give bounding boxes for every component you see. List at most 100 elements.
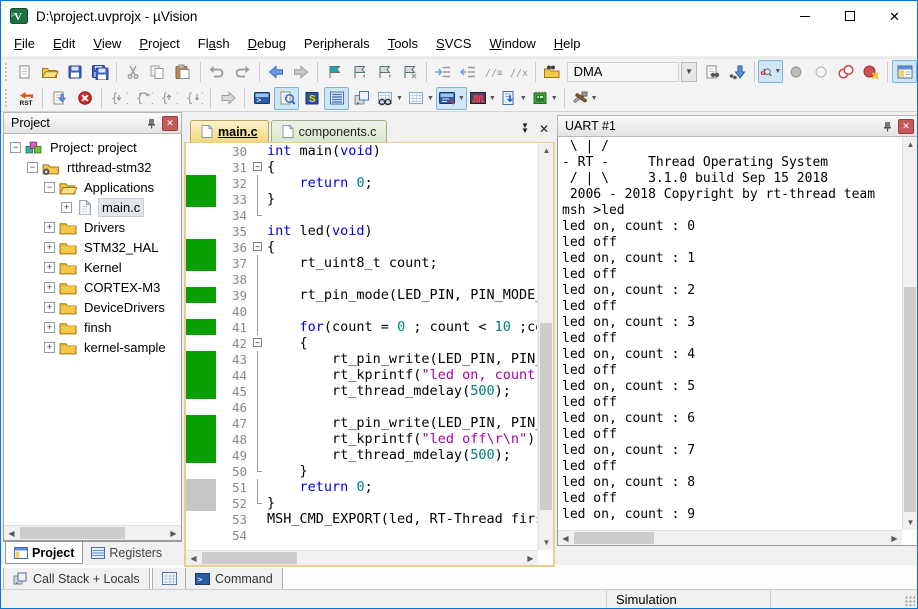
editor-vscrollbar[interactable]: ▲ ▼ [538, 143, 553, 550]
expand-icon[interactable]: + [44, 302, 55, 313]
command-window-button[interactable]: > [249, 87, 274, 110]
pin-icon[interactable] [879, 118, 895, 134]
expand-icon[interactable]: + [44, 262, 55, 273]
step-over-button[interactable]: { } [131, 87, 156, 110]
menu-debug[interactable]: Debug [239, 32, 295, 55]
code-area[interactable]: 30int main(void)31−{32 return 0;33}3435i… [186, 143, 538, 550]
code-line-30[interactable]: 30int main(void) [186, 143, 537, 159]
tab-memory-window[interactable] [152, 568, 187, 590]
code-line-54[interactable]: 54 [186, 527, 537, 543]
resize-grip[interactable] [905, 596, 915, 606]
open-folder-button[interactable] [37, 60, 62, 83]
code-line-48[interactable]: 48 rt_kprintf("led off\r\n"); [186, 431, 537, 447]
menu-file[interactable]: File [5, 32, 44, 55]
show-next-statement-button[interactable] [215, 87, 240, 110]
tree-item-rtthread-stm32[interactable]: −rtthread-stm32 [4, 157, 181, 177]
uart-output[interactable]: \ | /- RT - Thread Operating System / | … [558, 137, 902, 530]
bookmark-prev-button[interactable] [347, 60, 372, 83]
expand-icon[interactable]: + [44, 322, 55, 333]
tree-item-finsh[interactable]: +finsh [4, 317, 181, 337]
reset-button[interactable]: RST [13, 87, 38, 110]
code-line-39[interactable]: 39 rt_pin_mode(LED_PIN, PIN_MODE_ [186, 287, 537, 303]
trace-window-button[interactable]: ▼ [498, 87, 529, 110]
find-in-files-button[interactable] [700, 60, 725, 83]
editor-close-icon[interactable]: ✕ [539, 122, 549, 136]
redo-button[interactable] [230, 60, 255, 83]
maximize-button[interactable] [827, 1, 872, 31]
expand-icon[interactable]: + [44, 222, 55, 233]
tab-project[interactable]: Project [5, 542, 83, 564]
run-to-cursor-button[interactable]: { } [181, 87, 206, 110]
menu-view[interactable]: View [84, 32, 130, 55]
fold-collapse-icon[interactable]: − [253, 159, 264, 175]
disassembly-window-button[interactable] [274, 87, 299, 110]
outdent-button[interactable] [456, 60, 481, 83]
bookmark-toggle-button[interactable] [322, 60, 347, 83]
menu-project[interactable]: Project [130, 32, 188, 55]
code-line-37[interactable]: 37 rt_uint8_t count; [186, 255, 537, 271]
code-line-36[interactable]: 36−{ [186, 239, 537, 255]
code-line-46[interactable]: 46 [186, 399, 537, 415]
code-line-44[interactable]: 44 rt_kprintf("led on, count [186, 367, 537, 383]
uart-hscrollbar[interactable]: ◀ ▶ [558, 530, 902, 545]
paste-button[interactable] [171, 60, 196, 83]
bp-kill-all-button[interactable] [833, 60, 858, 83]
menu-flash[interactable]: Flash [189, 32, 239, 55]
uncomment-selection-button[interactable]: //x [506, 60, 531, 83]
step-out-button[interactable]: { } [156, 87, 181, 110]
find-text-combo[interactable]: DMA [567, 62, 680, 82]
code-line-41[interactable]: 41 for(count = 0 ; count < 10 ;cou [186, 319, 537, 335]
analysis-window-button[interactable]: ▼ [467, 87, 498, 110]
tab-registers[interactable]: Registers [83, 542, 170, 564]
uart-panel-close-icon[interactable]: ✕ [898, 119, 914, 134]
tree-item-main-c[interactable]: +main.c [4, 197, 181, 217]
code-line-33[interactable]: 33} [186, 191, 537, 207]
dropdown-arrow-icon[interactable]: ▼ [458, 95, 465, 102]
find-in-files-folder-button[interactable] [540, 60, 565, 83]
tree-item-kernel-sample[interactable]: +kernel-sample [4, 337, 181, 357]
debug-toolbox-button[interactable]: ▼ [569, 87, 600, 110]
copy-button[interactable] [146, 60, 171, 83]
watch-window-button[interactable]: ▼ [374, 87, 405, 110]
dropdown-arrow-icon[interactable]: ▼ [427, 95, 434, 102]
save-all-button[interactable] [87, 60, 112, 83]
project-tree-hscrollbar[interactable]: ◀ ▶ [4, 525, 181, 540]
dropdown-arrow-icon[interactable]: ▼ [489, 95, 496, 102]
nav-back-button[interactable] [263, 60, 288, 83]
code-line-43[interactable]: 43 rt_pin_write(LED_PIN, PIN_ [186, 351, 537, 367]
indent-button[interactable] [431, 60, 456, 83]
tree-item-devicedrivers[interactable]: +DeviceDrivers [4, 297, 181, 317]
code-line-50[interactable]: 50 } [186, 463, 537, 479]
code-line-38[interactable]: 38 [186, 271, 537, 287]
code-line-35[interactable]: 35int led(void) [186, 223, 537, 239]
code-line-45[interactable]: 45 rt_thread_mdelay(500); [186, 383, 537, 399]
code-line-47[interactable]: 47 rt_pin_write(LED_PIN, PIN_ [186, 415, 537, 431]
tab-components-c[interactable]: components.c [271, 120, 388, 142]
code-line-31[interactable]: 31−{ [186, 159, 537, 175]
expand-icon[interactable]: + [44, 282, 55, 293]
undo-button[interactable] [205, 60, 230, 83]
toolbar-grip[interactable] [5, 63, 9, 81]
memory-window-button[interactable]: ▼ [405, 87, 436, 110]
incremental-find-button[interactable] [725, 60, 750, 83]
tree-item-cortex-m3[interactable]: +CORTEX-M3 [4, 277, 181, 297]
menu-svcs[interactable]: SVCS [427, 32, 480, 55]
code-line-40[interactable]: 40 [186, 303, 537, 319]
new-file-button[interactable] [12, 60, 37, 83]
window-layout-button[interactable] [892, 60, 917, 83]
system-viewer-button[interactable]: ▼ [529, 87, 560, 110]
collapse-icon[interactable]: − [27, 162, 38, 173]
dropdown-arrow-icon[interactable]: ▼ [396, 95, 403, 102]
menu-window[interactable]: Window [480, 32, 544, 55]
tab-main-c[interactable]: main.c [190, 120, 269, 142]
expand-icon[interactable]: + [44, 342, 55, 353]
bookmark-next-button[interactable] [372, 60, 397, 83]
menu-tools[interactable]: Tools [379, 32, 427, 55]
dropdown-arrow-icon[interactable]: ▼ [520, 95, 527, 102]
tab-list-icon[interactable]: ▼▼ [521, 124, 529, 134]
toolbar-grip[interactable] [5, 89, 10, 107]
collapse-icon[interactable]: − [44, 182, 55, 193]
editor-hscrollbar[interactable]: ◀ ▶ [186, 550, 538, 565]
step-into-button[interactable]: { } [106, 87, 131, 110]
code-line-34[interactable]: 34 [186, 207, 537, 223]
